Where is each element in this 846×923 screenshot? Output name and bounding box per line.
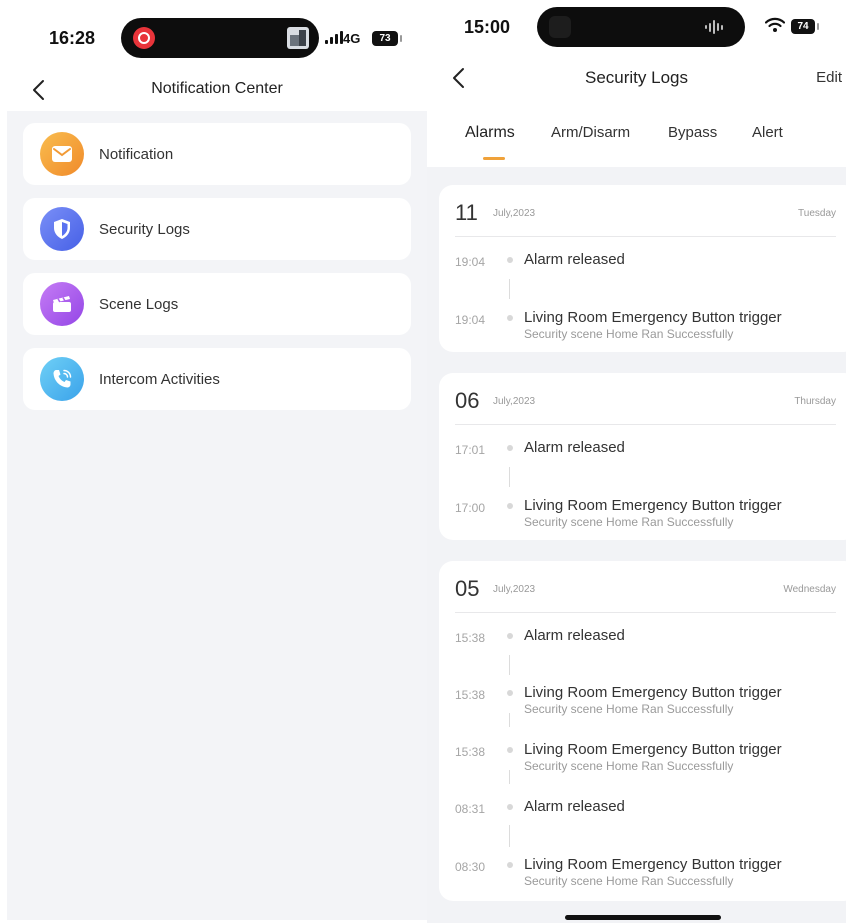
log-entry-title: Living Room Emergency Button trigger bbox=[524, 684, 782, 701]
log-entry-title: Living Room Emergency Button trigger bbox=[524, 309, 782, 326]
timeline-dot bbox=[507, 862, 513, 868]
header: 15:00 74 Security Logs Edit Alarms Arm/D… bbox=[427, 0, 846, 167]
log-entry[interactable]: 15:38 Alarm released bbox=[455, 627, 835, 667]
log-entry[interactable]: 15:38 Living Room Emergency Button trigg… bbox=[455, 741, 835, 781]
log-day: 11 bbox=[455, 200, 478, 225]
menu-label-notification: Notification bbox=[99, 145, 174, 163]
timeline-dot bbox=[507, 804, 513, 810]
menu-item-intercom-activities[interactable]: Intercom Activities bbox=[23, 348, 411, 410]
log-day: 05 bbox=[455, 576, 480, 601]
tab-arm-disarm[interactable]: Arm/Disarm bbox=[551, 124, 630, 141]
battery-indicator: 74 bbox=[791, 19, 819, 34]
timeline-dot bbox=[507, 503, 513, 509]
tab-bypass[interactable]: Bypass bbox=[668, 124, 717, 141]
log-entry-title: Living Room Emergency Button trigger bbox=[524, 741, 782, 758]
log-entry-subtitle: Security scene Home Ran Successfully bbox=[524, 759, 734, 773]
log-entry[interactable]: 08:30 Living Room Emergency Button trigg… bbox=[455, 856, 835, 896]
log-entry-time: 19:04 bbox=[455, 313, 486, 327]
log-entry-time: 08:31 bbox=[455, 802, 486, 816]
log-month: July,2023 bbox=[493, 584, 536, 595]
log-day: 06 bbox=[455, 388, 480, 413]
log-weekday: Wednesday bbox=[783, 584, 836, 595]
status-time: 15:00 bbox=[464, 17, 511, 37]
log-entry-time: 15:38 bbox=[455, 745, 486, 759]
timeline-dot bbox=[507, 445, 513, 451]
notification-menu: Notification Security Logs Scene Logs In… bbox=[7, 111, 427, 920]
log-month: July,2023 bbox=[493, 396, 536, 407]
log-entry-title: Living Room Emergency Button trigger bbox=[524, 497, 782, 514]
log-entry-time: 15:38 bbox=[455, 631, 486, 645]
log-group-card: 06 July,2023 Thursday 17:01 Alarm releas… bbox=[439, 373, 846, 540]
mail-icon bbox=[40, 132, 84, 176]
log-entry[interactable]: 19:04 Alarm released bbox=[455, 251, 835, 291]
log-entry-time: 08:30 bbox=[455, 860, 486, 874]
status-bar: 16:28 4G 73 bbox=[7, 0, 427, 70]
menu-label-intercom-activities: Intercom Activities bbox=[99, 370, 220, 388]
log-entry-subtitle: Security scene Home Ran Successfully bbox=[524, 515, 734, 529]
log-entry-time: 17:00 bbox=[455, 501, 486, 515]
page-title: Notification Center bbox=[151, 80, 283, 97]
active-tab-indicator bbox=[483, 157, 505, 160]
clapperboard-icon bbox=[40, 282, 84, 326]
log-group-card: 05 July,2023 Wednesday 15:38 Alarm relea… bbox=[439, 561, 846, 901]
log-entry[interactable]: 08:31 Alarm released bbox=[455, 798, 835, 838]
log-entry-subtitle: Security scene Home Ran Successfully bbox=[524, 327, 734, 341]
log-tabs: Alarms Arm/Disarm Bypass Alert bbox=[427, 124, 846, 164]
log-entry-time: 17:01 bbox=[455, 443, 486, 457]
notification-center-screen: 16:28 4G 73 Notification Center Notifica… bbox=[7, 0, 427, 923]
wifi-icon bbox=[764, 17, 786, 38]
menu-label-scene-logs: Scene Logs bbox=[99, 295, 179, 313]
timeline-dot bbox=[507, 747, 513, 753]
dynamic-island bbox=[537, 7, 745, 47]
log-entry-time: 19:04 bbox=[455, 255, 486, 269]
timeline-dot bbox=[507, 690, 513, 696]
menu-item-security-logs[interactable]: Security Logs bbox=[23, 198, 411, 260]
shield-icon bbox=[40, 207, 84, 251]
timeline-dot bbox=[507, 315, 513, 321]
log-entry-subtitle: Security scene Home Ran Successfully bbox=[524, 702, 734, 716]
page-title: Security Logs bbox=[585, 68, 688, 87]
log-group-header: 06 July,2023 Thursday bbox=[455, 373, 836, 425]
live-activity-icon bbox=[549, 16, 571, 38]
network-type: 4G bbox=[343, 31, 361, 46]
audio-wave-icon bbox=[705, 19, 723, 35]
status-time: 16:28 bbox=[49, 28, 96, 48]
menu-item-notification[interactable]: Notification bbox=[23, 123, 411, 185]
log-month: July,2023 bbox=[493, 208, 536, 219]
log-group-header: 05 July,2023 Wednesday bbox=[455, 561, 836, 613]
log-entry[interactable]: 17:00 Living Room Emergency Button trigg… bbox=[455, 497, 835, 537]
log-group-card: 11 July,2023 Tuesday 19:04 Alarm release… bbox=[439, 185, 846, 352]
cellular-signal-icon bbox=[325, 31, 343, 44]
log-entry-title: Alarm released bbox=[524, 627, 625, 644]
log-weekday: Tuesday bbox=[798, 208, 836, 219]
log-entry-title: Alarm released bbox=[524, 439, 625, 456]
log-entry-title: Alarm released bbox=[524, 251, 625, 268]
log-entry-time: 15:38 bbox=[455, 688, 486, 702]
music-app-icon bbox=[133, 27, 155, 49]
log-entry[interactable]: 17:01 Alarm released bbox=[455, 439, 835, 479]
album-art-icon bbox=[287, 27, 309, 49]
log-entry[interactable]: 19:04 Living Room Emergency Button trigg… bbox=[455, 309, 835, 349]
edit-button[interactable]: Edit bbox=[816, 69, 842, 86]
timeline-dot bbox=[507, 633, 513, 639]
log-group-header: 11 July,2023 Tuesday bbox=[455, 185, 836, 237]
menu-item-scene-logs[interactable]: Scene Logs bbox=[23, 273, 411, 335]
log-entry-subtitle: Security scene Home Ran Successfully bbox=[524, 874, 734, 888]
log-entry-title: Living Room Emergency Button trigger bbox=[524, 856, 782, 873]
menu-label-security-logs: Security Logs bbox=[99, 220, 190, 238]
dynamic-island bbox=[121, 18, 319, 58]
nav-bar: Notification Center bbox=[7, 70, 427, 110]
battery-indicator: 73 bbox=[372, 31, 402, 46]
log-entry[interactable]: 15:38 Living Room Emergency Button trigg… bbox=[455, 684, 835, 724]
tab-alarms[interactable]: Alarms bbox=[465, 124, 515, 142]
phone-icon bbox=[40, 357, 84, 401]
security-logs-screen: 15:00 74 Security Logs Edit Alarms Arm/D… bbox=[427, 0, 846, 923]
timeline-dot bbox=[507, 257, 513, 263]
tab-alert[interactable]: Alert bbox=[752, 124, 783, 141]
log-weekday: Thursday bbox=[794, 396, 836, 407]
home-indicator[interactable] bbox=[565, 915, 721, 920]
log-entry-title: Alarm released bbox=[524, 798, 625, 815]
